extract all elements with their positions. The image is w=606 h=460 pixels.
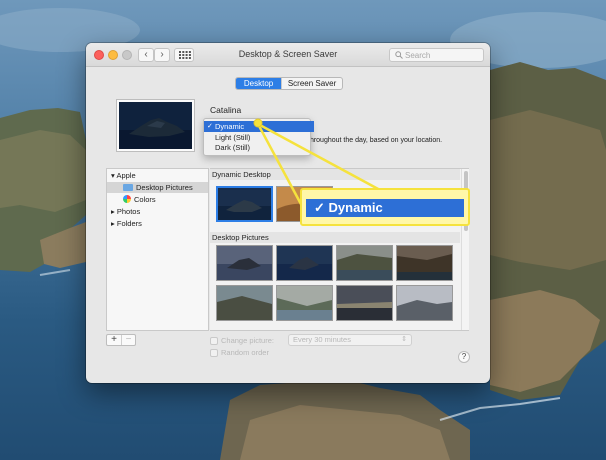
checkmark-icon: ✓ bbox=[314, 200, 325, 215]
callout-label: Dynamic bbox=[328, 200, 383, 215]
annotation-pointer bbox=[253, 118, 381, 207]
zoom-callout: ✓ Dynamic bbox=[300, 188, 470, 226]
callout-selected-option: ✓ Dynamic bbox=[306, 199, 464, 217]
